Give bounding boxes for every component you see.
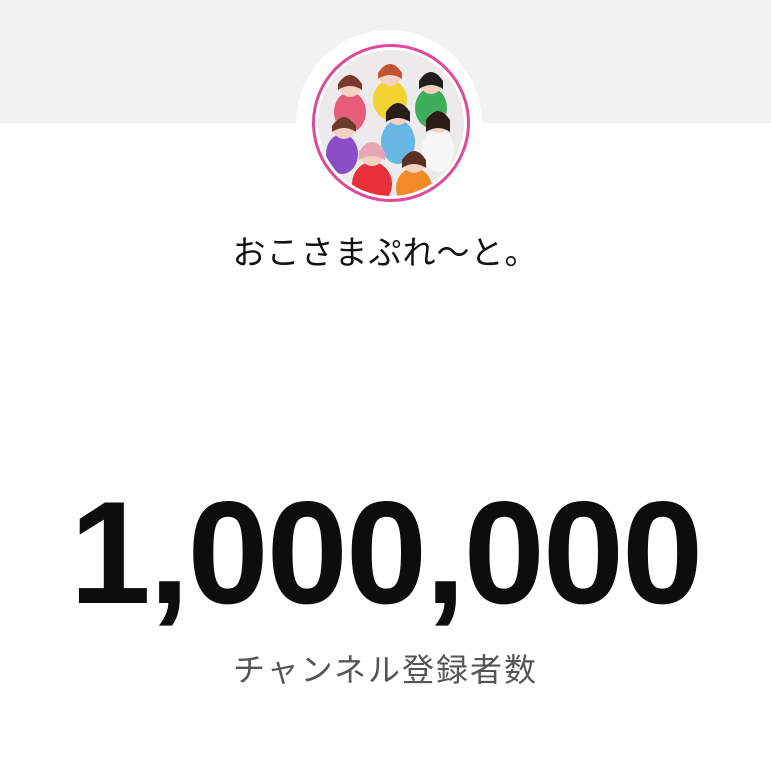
avatar-container: [296, 30, 482, 216]
channel-name[interactable]: おこさまぷれ〜と。: [0, 226, 771, 274]
group-photo-avatar-icon: [318, 50, 464, 196]
subscriber-count: 1,000,000: [69, 471, 704, 634]
milestone-card: おこさまぷれ〜と。 1,000,000 チャンネル登録者数: [0, 0, 771, 771]
avatar[interactable]: [312, 44, 470, 202]
subscriber-count-label: チャンネル登録者数: [232, 651, 539, 689]
